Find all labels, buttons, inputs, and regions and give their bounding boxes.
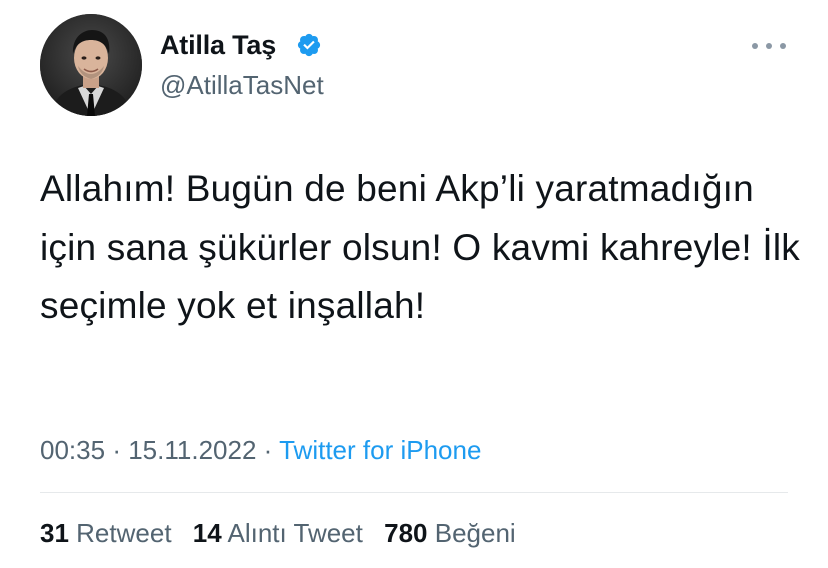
retweets-count: 31 bbox=[40, 518, 69, 548]
tweet-meta: 00:35 · 15.11.2022 · Twitter for iPhone bbox=[40, 435, 481, 466]
tweet-text: Allahım! Bugün de beni Akp’li yaratmadığ… bbox=[40, 168, 800, 326]
retweets-stat[interactable]: 31 Retweet bbox=[40, 518, 172, 548]
author-handle[interactable]: @AtillaTasNet bbox=[160, 70, 324, 101]
tweet-stats: 31 Retweet 14 Alıntı Tweet 780 Beğeni bbox=[40, 518, 530, 549]
profile-photo-icon bbox=[40, 14, 142, 116]
verified-badge-icon bbox=[297, 33, 321, 57]
likes-count: 780 bbox=[384, 518, 428, 548]
quotes-count: 14 bbox=[192, 518, 222, 548]
likes-label: Beğeni bbox=[434, 518, 516, 548]
divider bbox=[40, 492, 788, 493]
tweet-time[interactable]: 00:35 bbox=[40, 435, 105, 465]
likes-stat[interactable]: 780 Beğeni bbox=[384, 518, 516, 548]
tweet-source-link[interactable]: Twitter for iPhone bbox=[279, 435, 481, 465]
tweet-date[interactable]: 15.11.2022 bbox=[128, 435, 256, 465]
author-display-name[interactable]: Atilla Taş bbox=[160, 30, 276, 61]
tweet-card: Atilla Taş @AtillaTasNet Allahım! Bugün … bbox=[0, 0, 828, 568]
quotes-stat[interactable]: 14 Alıntı Tweet bbox=[193, 518, 363, 548]
meta-separator: · bbox=[263, 435, 273, 465]
avatar[interactable] bbox=[40, 14, 142, 116]
meta-separator: · bbox=[112, 435, 121, 465]
quotes-label: Alıntı Tweet bbox=[227, 518, 363, 548]
retweets-label: Retweet bbox=[76, 518, 172, 548]
more-options-icon[interactable] bbox=[752, 38, 786, 54]
